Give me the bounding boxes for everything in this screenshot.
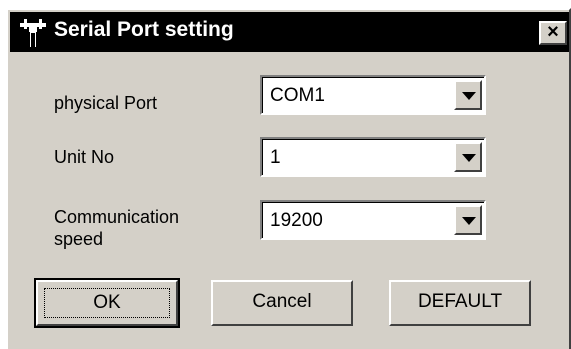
ok-button[interactable]: OK [34,278,180,328]
chevron-down-icon [462,154,476,162]
serial-port-plug-icon [20,19,46,47]
ok-button-focus: OK [44,288,170,318]
unit-no-select[interactable]: 1 [260,137,486,177]
unit-no-dropdown-button[interactable] [454,142,482,172]
communication-speed-label-line1: Communication [54,207,180,227]
communication-speed-label-line2: speed [54,229,104,249]
chevron-down-icon [462,92,476,100]
close-icon: × [547,21,559,43]
communication-speed-dropdown-button[interactable] [454,205,482,235]
physical-port-label: physical Port [54,93,158,113]
communication-speed-value: 19200 [270,210,323,231]
cancel-button[interactable]: Cancel [211,280,353,326]
chevron-down-icon [462,217,476,225]
physical-port-value: COM1 [270,85,325,106]
communication-speed-select[interactable]: 19200 [260,200,486,240]
unit-no-value: 1 [270,147,281,168]
dialog-title: Serial Port setting [54,18,234,41]
serial-port-dialog: Serial Port setting × physical Port COM1… [6,8,571,349]
unit-no-label: Unit No [54,147,115,167]
physical-port-select[interactable]: COM1 [260,75,486,115]
title-bar[interactable]: Serial Port setting × [10,12,569,52]
close-button[interactable]: × [539,21,567,45]
communication-speed-label: Communication speed [54,206,179,250]
physical-port-dropdown-button[interactable] [454,80,482,110]
default-button[interactable]: DEFAULT [389,280,531,326]
